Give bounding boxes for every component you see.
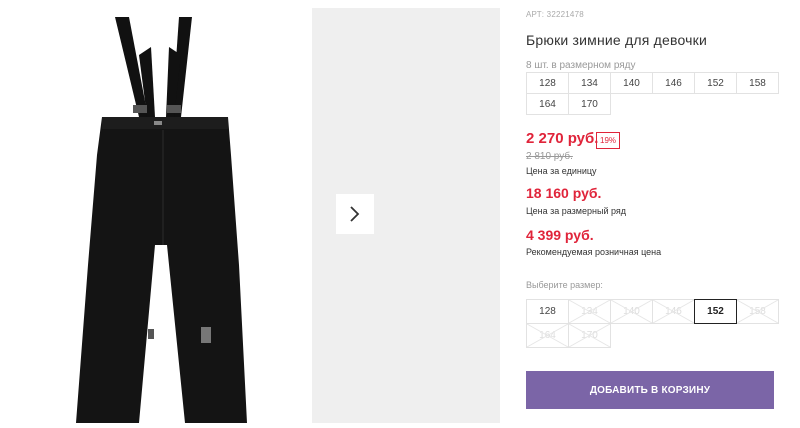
pack-size-cell: 134	[568, 72, 611, 94]
size-option: 170	[568, 323, 611, 348]
size-option: 140	[610, 299, 653, 324]
article-value: 32221478	[546, 10, 584, 19]
size-option: 158	[736, 299, 779, 324]
rrp-price-caption: Рекомендуемая розничная цена	[526, 247, 662, 257]
chevron-right-icon	[350, 206, 360, 222]
size-selector: 128 134140146 152 158 164170	[526, 299, 779, 348]
old-price: 2 810 руб.	[526, 151, 573, 162]
unit-price: 2 270 руб.	[526, 130, 599, 147]
pack-size-cell: 170	[568, 93, 611, 115]
next-image-button[interactable]	[336, 194, 374, 234]
unavailable-cross-icon	[653, 300, 694, 323]
range-price: 18 160 руб.	[526, 185, 602, 201]
pack-size-cell: 152	[694, 72, 737, 94]
discount-badge: 19%	[596, 132, 621, 149]
product-gallery	[0, 0, 505, 428]
pack-size-cell: 146	[652, 72, 695, 94]
pack-size-cell: 128	[526, 72, 569, 94]
size-option[interactable]: 128	[526, 299, 569, 324]
pack-size-cell: 140	[610, 72, 653, 94]
article-prefix: АРТ:	[526, 10, 545, 19]
size-option: 134	[568, 299, 611, 324]
size-option: 164	[526, 323, 569, 348]
size-option: 146	[652, 299, 695, 324]
pack-note: 8 шт. в размерном ряду	[526, 60, 636, 71]
unavailable-cross-icon	[569, 324, 610, 347]
add-to-cart-button[interactable]: ДОБАВИТЬ В КОРЗИНУ	[526, 371, 774, 409]
product-title: Брюки зимние для девочки	[526, 32, 707, 48]
rrp-price: 4 399 руб.	[526, 227, 594, 243]
unavailable-cross-icon	[611, 300, 652, 323]
size-option-label: 152	[707, 306, 724, 317]
pack-size-cell: 158	[736, 72, 779, 94]
range-price-caption: Цена за размерный ряд	[526, 206, 627, 216]
pack-size-cell: 164	[526, 93, 569, 115]
size-option[interactable]: 152	[694, 299, 737, 324]
unavailable-cross-icon	[737, 300, 778, 323]
article-number: АРТ: 32221478	[526, 10, 584, 19]
unit-price-caption: Цена за единицу	[526, 166, 597, 176]
winter-trousers-image	[76, 17, 247, 423]
pack-size-grid: 128 134 140 146 152 158 164 170	[526, 72, 779, 115]
size-option-label: 128	[539, 306, 556, 317]
unavailable-cross-icon	[569, 300, 610, 323]
unavailable-cross-icon	[527, 324, 568, 347]
size-select-label: Выберите размер:	[526, 280, 603, 290]
